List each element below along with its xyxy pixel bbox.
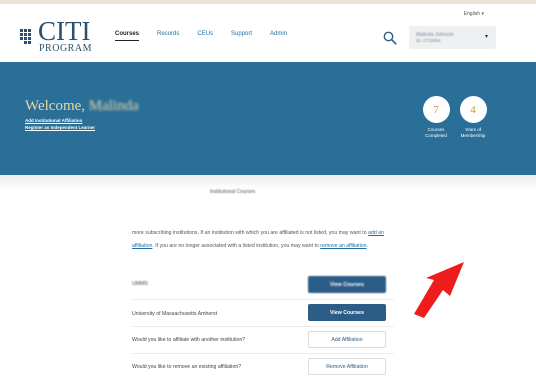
remove-affiliation-link[interactable]: remove an affiliation xyxy=(320,243,366,249)
para-text-3: . xyxy=(366,242,369,249)
nav-records[interactable]: Records xyxy=(157,31,179,41)
main-nav: Courses Records CEUs Support Admin xyxy=(115,31,305,41)
affiliation-description: more subscribing institutions. If an ins… xyxy=(132,227,394,252)
section-title: Institutional Courses xyxy=(210,189,256,195)
banner-shadow xyxy=(0,175,536,189)
row-divider xyxy=(132,326,394,327)
user-id: ID: 2715604 xyxy=(416,38,441,43)
stat-courses-label-1: Courses xyxy=(427,127,445,132)
site-header: English ▾ CITI PROGRAM Courses Records C… xyxy=(0,4,536,62)
stat-courses-completed: 7 Courses Completed xyxy=(421,96,451,139)
institution-name: UMMS xyxy=(132,281,148,287)
remove-affiliation-button[interactable]: Remove Affiliation xyxy=(308,358,386,375)
add-institutional-affiliation-link[interactable]: Add Institutional Affiliation xyxy=(25,118,82,123)
chevron-down-icon: ▾ xyxy=(484,34,488,40)
view-courses-button[interactable]: View Courses xyxy=(308,276,386,293)
welcome-name: Malinda xyxy=(88,98,139,114)
stat-courses-value: 7 xyxy=(422,96,450,123)
remove-question: Would you like to remove an existing aff… xyxy=(132,364,242,370)
logo-program-text: PROGRAM xyxy=(39,43,92,54)
add-affiliation-button[interactable]: Add Affiliation xyxy=(308,331,386,348)
register-independent-learner-link[interactable]: Register as Independent Learner xyxy=(25,125,95,130)
institution-name: University of Massachusetts Amherst xyxy=(132,311,218,317)
citi-program-logo[interactable]: CITI PROGRAM xyxy=(18,16,98,58)
view-courses-button[interactable]: View Courses xyxy=(308,304,386,321)
affiliate-question: Would you like to affiliate with another… xyxy=(132,337,246,343)
stat-years-membership: 4 Years of Membership xyxy=(458,96,488,139)
nav-support[interactable]: Support xyxy=(231,31,252,41)
nav-ceus[interactable]: CEUs xyxy=(197,31,213,41)
stat-years-value: 4 xyxy=(459,96,487,123)
row-divider xyxy=(132,353,394,354)
red-arrow-annotation-icon xyxy=(414,262,464,318)
stat-courses-label-2: Completed xyxy=(425,133,447,138)
nav-courses[interactable]: Courses xyxy=(115,31,140,41)
para-text-1: more subscribing institutions. If an ins… xyxy=(132,230,369,236)
search-icon[interactable] xyxy=(383,31,397,45)
language-selector[interactable]: English ▾ xyxy=(464,11,484,17)
row-divider xyxy=(132,299,394,300)
stat-years-label-2: Membership xyxy=(460,133,486,138)
welcome-prefix: Welcome, xyxy=(25,98,89,114)
welcome-heading: Welcome, Malinda xyxy=(25,98,139,115)
nav-admin[interactable]: Admin xyxy=(270,31,287,41)
stat-years-label-1: Years of xyxy=(464,127,482,132)
para-text-2: . If you are no longer associated with a… xyxy=(152,242,321,249)
citi-logo-mark-icon xyxy=(20,29,31,44)
user-menu[interactable]: Malinda Johnson ID: 2715604 ▾ xyxy=(409,26,496,49)
